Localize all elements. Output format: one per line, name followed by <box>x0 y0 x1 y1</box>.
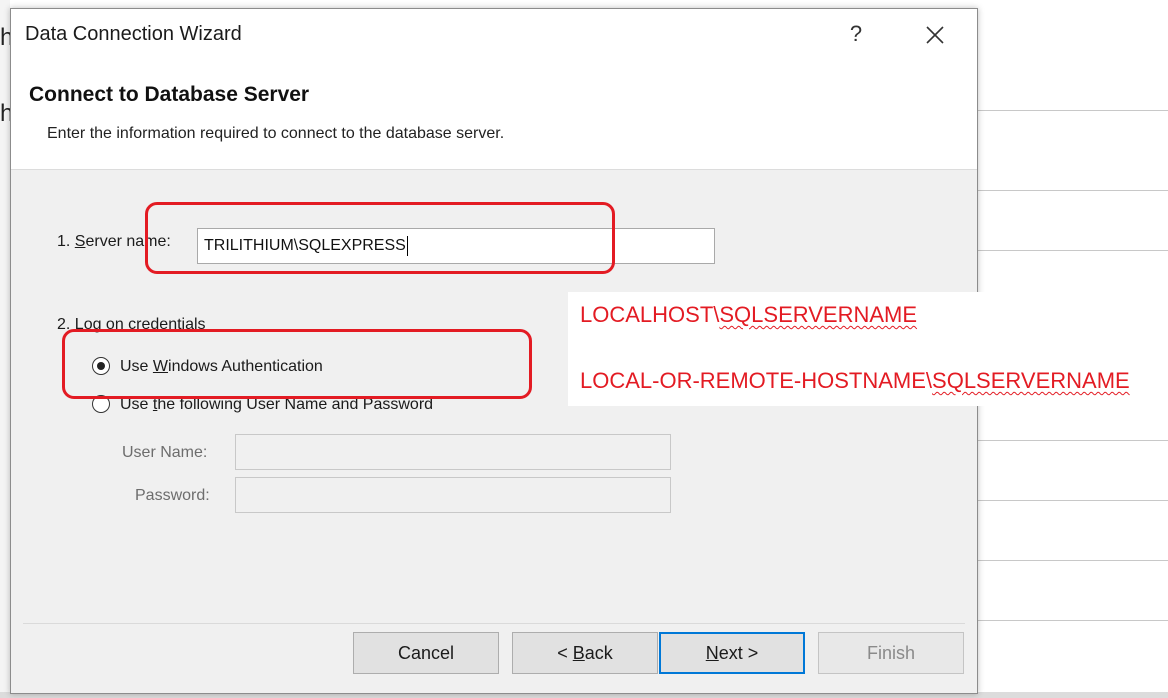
close-icon <box>926 26 944 44</box>
background-gridline <box>976 440 1168 441</box>
background-gridline <box>976 190 1168 191</box>
background-gridline <box>976 500 1168 501</box>
title-bar: Data Connection Wizard ? <box>11 9 977 61</box>
footer-separator <box>23 623 965 624</box>
annotation-text: SQLSERVERNAME <box>932 368 1130 393</box>
accelerator-key: N <box>705 643 719 663</box>
username-input[interactable] <box>235 434 671 470</box>
background-gridline <box>976 560 1168 561</box>
background-gridline <box>976 250 1168 251</box>
window-title: Data Connection Wizard <box>25 23 242 45</box>
server-name-highlight <box>145 202 615 274</box>
step-number: 1. <box>57 233 75 250</box>
background-gridline <box>976 110 1168 111</box>
close-button[interactable] <box>917 17 953 53</box>
annotation-text: LOCAL-OR-REMOTE-HOSTNAME\ <box>580 368 933 393</box>
windows-auth-highlight <box>62 329 532 399</box>
page-subtitle: Enter the information required to connec… <box>47 125 505 142</box>
page-title: Connect to Database Server <box>29 83 310 106</box>
annotation-localhost: LOCALHOST\SQLSERVERNAME <box>580 302 917 328</box>
back-button[interactable]: < Back <box>512 632 658 674</box>
background-gridline <box>976 620 1168 621</box>
annotation-text: SQLSERVERNAME <box>719 302 918 327</box>
finish-button[interactable]: Finish <box>818 632 964 674</box>
annotation-text: LOCALHOST\ <box>580 302 720 327</box>
wizard-header: Connect to Database Server Enter the inf… <box>11 61 977 170</box>
username-label: User Name: <box>122 444 208 461</box>
accelerator-key: S <box>74 233 86 250</box>
password-input[interactable] <box>235 477 671 513</box>
cancel-button[interactable]: Cancel <box>353 632 499 674</box>
annotation-remote-host: LOCAL-OR-REMOTE-HOSTNAME\SQLSERVERNAME <box>580 368 1130 394</box>
help-button[interactable]: ? <box>841 19 871 49</box>
password-label: Password: <box>135 487 210 504</box>
button-text: ack <box>584 643 613 663</box>
annotation-panel: LOCALHOST\SQLSERVERNAME LOCAL-OR-REMOTE-… <box>568 292 1168 406</box>
accelerator-key: B <box>572 643 585 663</box>
button-text: < <box>557 643 573 663</box>
button-text: ext > <box>718 643 759 663</box>
next-button[interactable]: Next > <box>659 632 805 674</box>
